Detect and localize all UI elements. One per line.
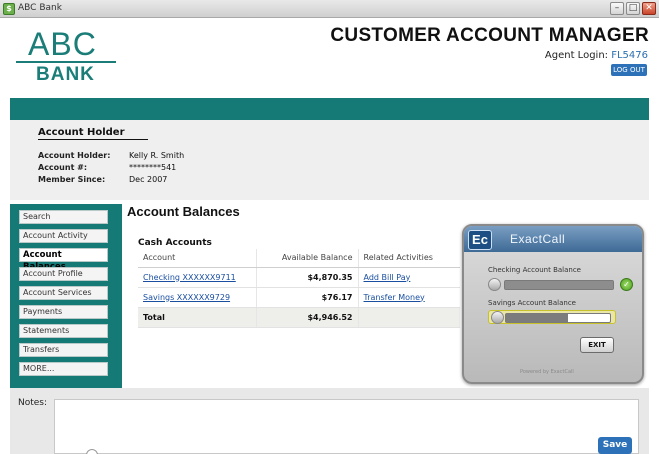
cash-accounts-heading: Cash Accounts	[138, 238, 212, 248]
exactcall-title: ExactCall	[510, 232, 566, 246]
checking-account-link[interactable]: Checking XXXXXX9711	[143, 273, 236, 282]
checking-progress-bar	[504, 280, 614, 290]
exactcall-header: Ec ExactCall	[464, 226, 642, 252]
exit-button[interactable]: EXIT	[580, 337, 614, 353]
page-title: CUSTOMER ACCOUNT MANAGER	[330, 25, 649, 46]
radio-icon[interactable]	[86, 449, 98, 454]
member-since: Dec 2007	[129, 175, 168, 184]
account-holder-panel: Account Holder Account Holder: Kelly R. …	[10, 120, 649, 200]
accounts-table: Account Available Balance Related Activi…	[138, 249, 460, 328]
field-label: Member Since:	[38, 175, 106, 184]
header-band	[10, 98, 649, 120]
sidebar-item-account-services[interactable]: Account Services	[19, 286, 108, 300]
table-total-row: Total $4,946.52	[138, 307, 460, 328]
bank-app-icon: $	[3, 3, 15, 15]
field-label: Account Holder:	[38, 151, 111, 160]
checking-balance-label: Checking Account Balance	[488, 266, 581, 274]
logout-button[interactable]: LOG OUT	[611, 64, 647, 76]
sidebar-item-payments[interactable]: Payments	[19, 305, 108, 319]
exactcall-logo-icon: Ec	[468, 230, 492, 250]
notes-textarea[interactable]	[54, 399, 639, 454]
exactcall-panel: Ec ExactCall Checking Account Balance ✓ …	[462, 224, 644, 384]
pause-icon[interactable]	[491, 311, 504, 324]
account-number: ********541	[129, 163, 177, 172]
field-label: Account #:	[38, 163, 88, 172]
window-titlebar: $ ABC Bank – □ ✕	[0, 0, 659, 18]
savings-progress-fill	[568, 314, 610, 322]
agent-id: FL5476	[611, 50, 648, 61]
savings-progress-bar	[505, 313, 611, 323]
total-balance: $4,946.52	[255, 307, 358, 328]
add-bill-pay-link[interactable]: Add Bill Pay	[364, 273, 411, 282]
maximize-button[interactable]: □	[626, 2, 640, 15]
check-icon: ✓	[620, 278, 633, 291]
checking-balance: $4,870.35	[255, 267, 358, 288]
section-heading: Account Balances	[127, 204, 240, 219]
save-button[interactable]: Save	[598, 437, 632, 454]
table-row: Checking XXXXXX9711 $4,870.35 Add Bill P…	[138, 267, 460, 288]
powered-by-text: Powered by ExactCall	[520, 369, 574, 375]
sidebar-item-account-profile[interactable]: Account Profile	[19, 267, 108, 281]
checking-progress-fill	[505, 281, 613, 289]
account-holder-heading: Account Holder	[38, 127, 148, 140]
column-header-account: Account	[138, 249, 256, 268]
notes-label: Notes:	[18, 398, 48, 408]
table-header-row: Account Available Balance Related Activi…	[138, 249, 460, 268]
savings-balance: $76.17	[255, 287, 358, 308]
agent-login: Agent Login: FL5476	[545, 50, 648, 61]
table-row: Savings XXXXXX9729 $76.17 Transfer Money	[138, 287, 460, 308]
sidebar-nav: Search Account Activity Account Balances…	[10, 204, 122, 388]
abc-bank-logo: ABC BANK	[16, 26, 116, 88]
checking-balance-row: ✓	[488, 278, 634, 292]
total-label: Total	[138, 307, 256, 328]
sidebar-item-transfers[interactable]: Transfers	[19, 343, 108, 357]
sidebar-item-account-activity[interactable]: Account Activity	[19, 229, 108, 243]
close-button[interactable]: ✕	[642, 2, 656, 15]
savings-balance-label: Savings Account Balance	[488, 299, 576, 307]
window-title: ABC Bank	[18, 3, 62, 13]
sidebar-item-statements[interactable]: Statements	[19, 324, 108, 338]
transfer-money-link[interactable]: Transfer Money	[364, 293, 425, 302]
savings-account-link[interactable]: Savings XXXXXX9729	[143, 293, 230, 302]
holder-name: Kelly R. Smith	[129, 151, 185, 160]
play-icon[interactable]	[488, 278, 501, 291]
agent-label: Agent Login:	[544, 50, 609, 61]
column-header-activities: Related Activities	[357, 249, 460, 268]
minimize-button[interactable]: –	[610, 2, 624, 15]
sidebar-item-account-balances[interactable]: Account Balances	[19, 248, 108, 272]
sidebar-item-search[interactable]: Search	[19, 210, 108, 224]
sidebar-item-more[interactable]: MORE...	[19, 362, 108, 376]
column-header-balance: Available Balance	[255, 249, 358, 268]
savings-balance-row	[488, 310, 616, 324]
